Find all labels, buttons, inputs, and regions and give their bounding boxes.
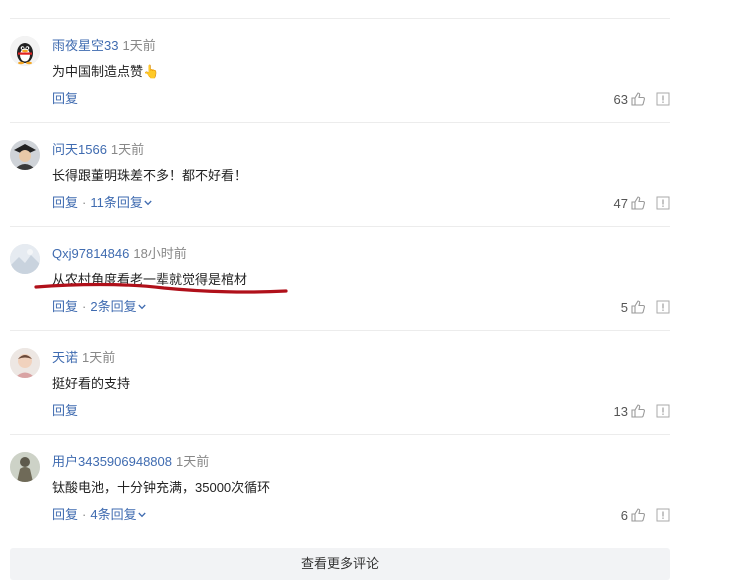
timestamp: 1天前 (176, 454, 210, 469)
username[interactable]: 用户3435906948808 (52, 454, 172, 469)
comment-actions: 回复 (52, 90, 78, 107)
username[interactable]: 天诺 (52, 350, 78, 365)
avatar[interactable] (10, 140, 40, 170)
replies-count-label: 2条回复 (90, 299, 137, 314)
avatar[interactable] (10, 244, 40, 274)
thumbs-up-icon[interactable] (630, 195, 646, 211)
dot-separator: · (82, 507, 87, 522)
avatar[interactable] (10, 36, 40, 66)
comment-item: 天诺 1天前 挺好看的支持 回复 13 (10, 331, 670, 435)
red-underline-annotation (34, 282, 288, 294)
view-more-comments-button[interactable]: 查看更多评论 (10, 548, 670, 580)
comment-controls: 5 (621, 298, 670, 316)
thumbs-up-icon[interactable] (630, 91, 646, 107)
user-photo-icon (10, 348, 40, 378)
view-replies-button[interactable]: 11条回复 (90, 195, 152, 210)
chevron-down-icon (137, 512, 146, 518)
report-icon[interactable] (656, 300, 670, 314)
report-icon[interactable] (656, 404, 670, 418)
report-icon[interactable] (656, 92, 670, 106)
reply-button[interactable]: 回复 (52, 91, 78, 106)
comment-controls: 47 (614, 194, 670, 212)
comment-meta: 用户3435906948808 1天前 (52, 453, 209, 470)
report-icon[interactable] (656, 508, 670, 522)
timestamp: 1天前 (82, 350, 116, 365)
timestamp: 18小时前 (133, 246, 187, 261)
comment-actions: 回复 · 11条回复 (52, 194, 152, 211)
comment-controls: 63 (614, 90, 670, 108)
comment-text: 长得跟董明珠差不多！都不好看！ (52, 168, 248, 183)
like-count: 47 (613, 195, 628, 211)
comment-item: 雨夜星空33 1天前 为中国制造点赞👆 回复 63 (10, 19, 670, 123)
reply-button[interactable]: 回复 (52, 507, 78, 522)
comment-meta: 雨夜星空33 1天前 (52, 37, 156, 54)
dot-separator: · (82, 299, 87, 314)
comment-text: 钛酸电池，十分钟充满，35000次循环 (52, 480, 271, 495)
username[interactable]: 问天1566 (52, 142, 107, 157)
user-photo-icon (10, 140, 40, 170)
thumbs-up-icon[interactable] (630, 403, 646, 419)
reply-button[interactable]: 回复 (52, 299, 78, 314)
comment-actions: 回复 · 2条回复 (52, 298, 146, 315)
like-count: 6 (620, 507, 628, 523)
like-count: 5 (620, 299, 628, 315)
comment-meta: 问天1566 1天前 (52, 141, 144, 158)
comment-meta: Qxj97814846 18小时前 (52, 245, 187, 262)
default-avatar-icon (10, 244, 40, 274)
like-count: 13 (613, 403, 628, 419)
chevron-down-icon (144, 200, 152, 206)
view-replies-button[interactable]: 2条回复 (90, 299, 146, 314)
reply-button[interactable]: 回复 (52, 195, 78, 210)
avatar[interactable] (10, 452, 40, 482)
timestamp: 1天前 (110, 142, 145, 157)
comment-actions: 回复 · 4条回复 (52, 506, 146, 523)
user-photo-icon (10, 452, 40, 482)
comment-meta: 天诺 1天前 (52, 349, 115, 366)
comment-item: 问天1566 1天前 长得跟董明珠差不多！都不好看！ 回复 · 11条回复 47 (10, 123, 670, 227)
view-replies-button[interactable]: 4条回复 (90, 507, 146, 522)
comment-controls: 13 (614, 402, 670, 420)
replies-count-label: 4条回复 (90, 507, 137, 522)
comment-controls: 6 (621, 506, 670, 524)
reply-button[interactable]: 回复 (52, 403, 78, 418)
thumbs-up-icon[interactable] (630, 299, 646, 315)
chevron-down-icon (137, 304, 146, 310)
username[interactable]: 雨夜星空33 (52, 38, 118, 53)
replies-count-label: 11条回复 (90, 195, 143, 210)
username[interactable]: Qxj97814846 (52, 246, 129, 261)
comment-actions: 回复 (52, 402, 78, 419)
comment-item: 用户3435906948808 1天前 钛酸电池，十分钟充满，35000次循环 回… (10, 435, 670, 539)
dot-separator: · (82, 195, 87, 210)
comment-text: 为中国制造点赞👆 (52, 64, 160, 79)
like-count: 63 (613, 91, 628, 107)
thumbs-up-icon[interactable] (630, 507, 646, 523)
avatar[interactable] (10, 348, 40, 378)
qq-penguin-icon (10, 36, 40, 66)
timestamp: 1天前 (122, 38, 156, 53)
comment-text: 挺好看的支持 (52, 376, 131, 391)
report-icon[interactable] (656, 196, 670, 210)
